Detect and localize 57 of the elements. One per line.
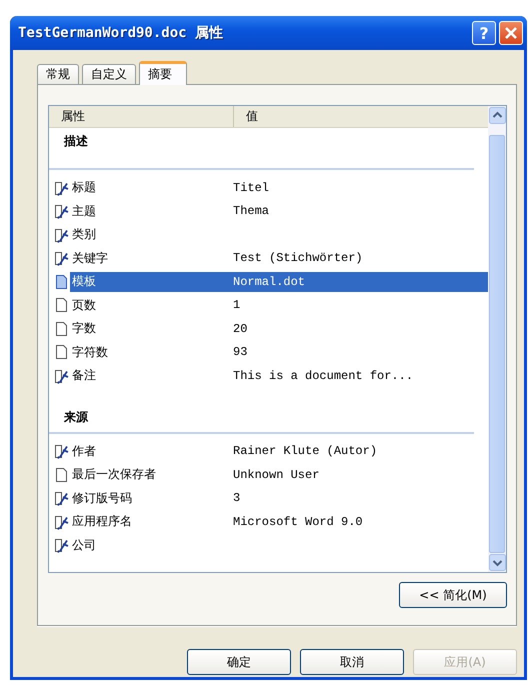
column-header[interactable]: 属性 (49, 106, 234, 127)
property-name: 字符数 (71, 344, 109, 361)
property-row[interactable]: 标题 Titel (49, 176, 488, 200)
scrollbar[interactable] (488, 106, 506, 572)
property-name: 修订版号码 (71, 490, 133, 507)
scroll-down-icon[interactable] (488, 554, 506, 571)
property-row[interactable]: 作者 Rainer Klute (Autor) (49, 440, 488, 463)
help-button[interactable]: ? (472, 21, 496, 45)
property-row[interactable]: 公司 (49, 534, 488, 557)
property-name: 类别 (71, 226, 97, 244)
property-name: 页数 (71, 296, 97, 314)
property-name: 作者 (71, 442, 97, 460)
property-value: Thema (233, 204, 270, 218)
property-value: 20 (233, 322, 248, 336)
window-title: TestGermanWord90.doc 属性 (18, 24, 224, 42)
property-value: Titel (233, 180, 270, 195)
property-name: 字数 (71, 320, 97, 338)
property-value: Microsoft Word 9.0 (233, 514, 363, 529)
tab[interactable]: 自定义 (82, 64, 136, 84)
property-value: Test (Stichwörter) (233, 251, 363, 266)
property-value: 1 (233, 298, 240, 312)
property-row[interactable]: 备注 This is a document for... (49, 364, 488, 388)
scroll-up-icon[interactable] (488, 107, 506, 124)
tab[interactable]: 摘要 (139, 61, 187, 85)
property-value: 93 (233, 345, 248, 360)
property-row[interactable]: 修订版号码 3 (49, 486, 488, 510)
property-row[interactable]: 类别 (49, 223, 488, 246)
property-value: Rainer Klute (Autor) (233, 444, 378, 458)
property-name: 应用程序名 (71, 513, 133, 530)
property-name: 标题 (71, 179, 97, 196)
property-row[interactable]: 最后一次保存者 Unknown User (49, 463, 488, 486)
property-name: 主题 (71, 202, 97, 220)
column-header[interactable]: 值 (234, 106, 258, 127)
property-row[interactable]: 应用程序名 Microsoft Word 9.0 (49, 510, 488, 534)
property-row[interactable]: 关键字 Test (Stichwörter) (49, 246, 488, 270)
close-icon (504, 26, 518, 40)
property-value: This is a document for... (233, 368, 414, 383)
property-name: 备注 (71, 367, 97, 384)
property-name: 模板 (71, 273, 97, 290)
property-row[interactable]: 页数 1 (49, 294, 488, 317)
section-heading: 来源 (63, 408, 88, 426)
simplify-button[interactable]: << 简化(M) (399, 582, 507, 608)
property-value: 3 (233, 491, 240, 506)
tab[interactable]: 常规 (37, 64, 79, 84)
dialog-button[interactable]: 取消 (300, 649, 404, 675)
property-row[interactable]: 字符数 93 (49, 340, 488, 364)
property-value: Unknown User (233, 468, 320, 482)
property-name: 关键字 (71, 250, 109, 267)
dialog-button[interactable]: 确定 (187, 649, 291, 675)
property-name: 最后一次保存者 (71, 466, 157, 484)
close-button[interactable] (499, 21, 523, 45)
section-heading: 描述 (62, 133, 88, 150)
scroll-thumb[interactable] (489, 135, 505, 553)
property-value: Normal.dot (233, 274, 306, 289)
property-name: 公司 (71, 536, 97, 554)
property-row[interactable]: 主题 Thema (49, 200, 488, 223)
property-row[interactable]: 字数 20 (49, 317, 488, 340)
